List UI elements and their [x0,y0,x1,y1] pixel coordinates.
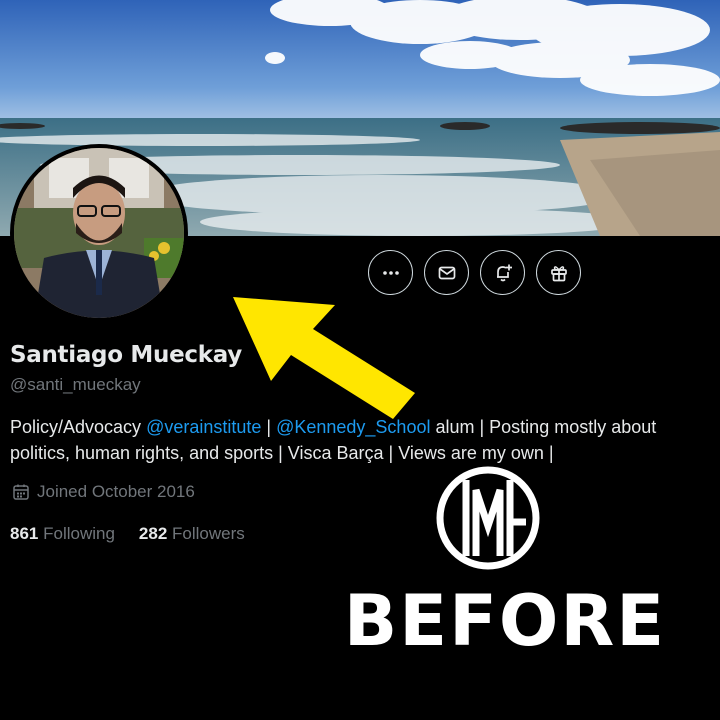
profile-avatar[interactable] [10,144,188,322]
before-overlay-text: BEFORE [343,580,667,662]
gift-icon [550,265,567,281]
notify-bell-icon [496,264,512,281]
following-count: 861 [10,524,39,543]
joined-date: Joined October 2016 [12,482,195,502]
followers-count: 282 [138,524,168,543]
profile-display-name: Santiago Mueckay [10,342,242,368]
message-icon [438,266,455,279]
followers-label: Followers [172,524,245,543]
followers-link[interactable]: 282 Followers [139,524,245,544]
gift-button[interactable] [536,250,581,295]
following-link[interactable]: 861 Following [10,524,115,544]
joined-text: Joined October 2016 [37,482,195,501]
calendar-icon [13,484,29,500]
follow-stats: 861 Following 282 Followers [10,524,245,544]
profile-handle: @santi_mueckay [10,375,141,394]
more-icon [382,270,399,275]
notify-button[interactable] [480,250,525,295]
yellow-arrow-icon [233,297,415,419]
following-label: Following [43,524,115,543]
bio-text: Policy/Advocacy [10,417,147,437]
omg-logo-icon [436,466,540,570]
message-button[interactable] [424,250,469,295]
